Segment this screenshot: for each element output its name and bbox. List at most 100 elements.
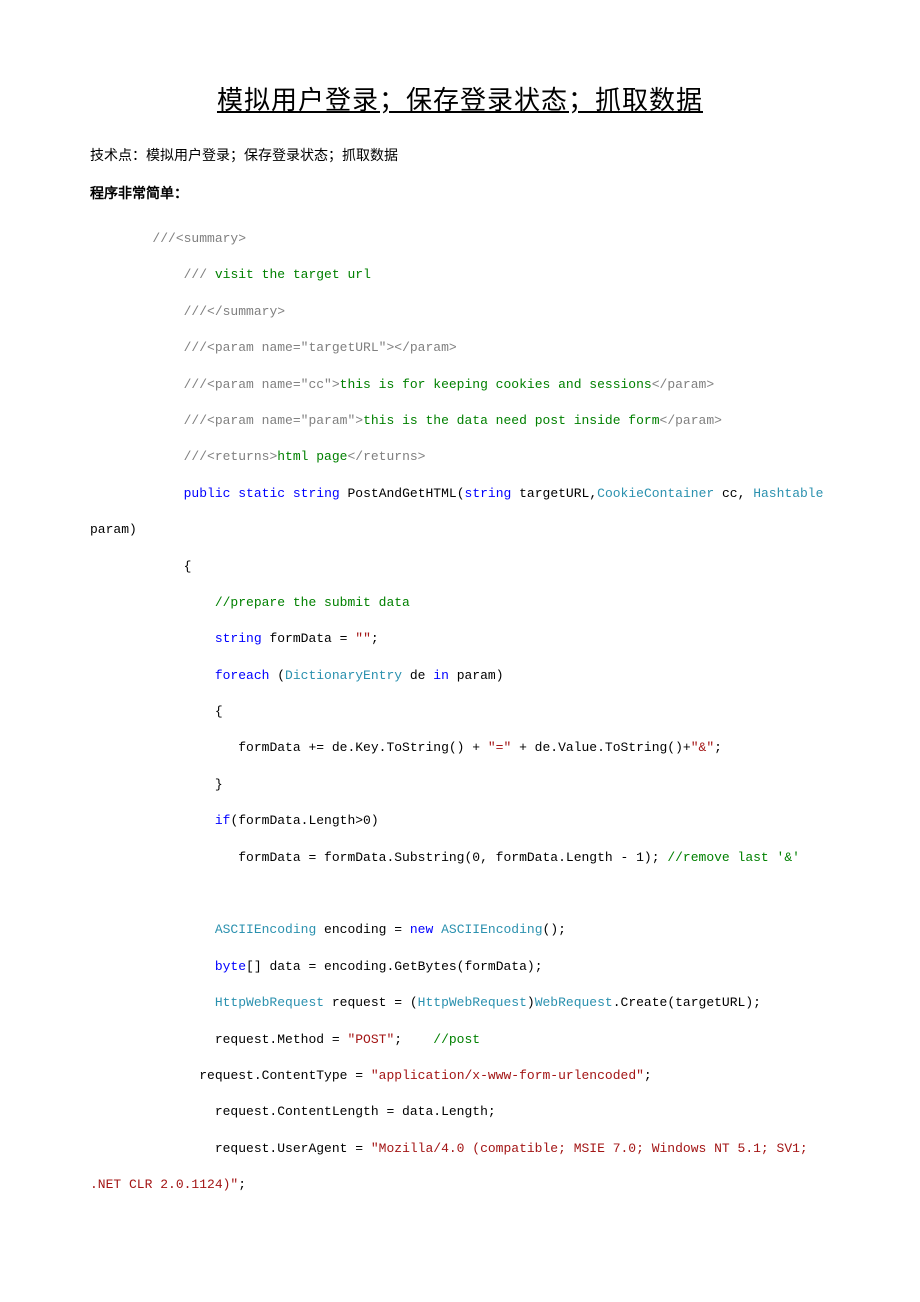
comment-tag: /// (184, 413, 207, 428)
comment-tag: /// (184, 449, 207, 464)
indent (90, 486, 184, 501)
code-text: ; (714, 740, 722, 755)
indent (90, 1104, 215, 1119)
keyword: public (184, 486, 231, 501)
code-text: request.ContentType = (199, 1068, 371, 1083)
indent (90, 777, 215, 792)
keyword: string (215, 631, 262, 646)
comment: //prepare the submit data (215, 595, 410, 610)
code-text: { (215, 704, 223, 719)
comment-tag: </summary> (207, 304, 285, 319)
type: DictionaryEntry (285, 668, 402, 683)
code-text: ; (394, 1032, 433, 1047)
indent (90, 631, 215, 646)
indent (90, 559, 184, 574)
code-text: encoding = (316, 922, 410, 937)
code-text: PostAndGetHTML( (340, 486, 465, 501)
keyword: foreach (215, 668, 270, 683)
comment-text: this is for keeping cookies and sessions (340, 377, 652, 392)
keyword: string (293, 486, 340, 501)
code-text: [] data = encoding.GetBytes(formData); (246, 959, 542, 974)
indent (90, 1068, 184, 1083)
comment-tag: <param name="targetURL"></param> (207, 340, 457, 355)
comment-tag: /// (184, 267, 215, 282)
code-text: + de.Value.ToString()+ (511, 740, 690, 755)
type: ASCIIEncoding (215, 922, 316, 937)
comment-tag: </param> (652, 377, 714, 392)
code-text: request.Method = (215, 1032, 348, 1047)
code-text: request.ContentLength = data.Length; (215, 1104, 496, 1119)
comment-tag: /// (184, 377, 207, 392)
indent (90, 413, 184, 428)
code-text: targetURL, (511, 486, 597, 501)
comment-tag: /// (152, 231, 175, 246)
string: "&" (691, 740, 714, 755)
code-text: ) (527, 995, 535, 1010)
comment-tag: /// (184, 304, 207, 319)
code-text: .Create(targetURL); (613, 995, 761, 1010)
string: "=" (488, 740, 511, 755)
code-text: ( (269, 668, 285, 683)
indent (90, 377, 184, 392)
string: "application/x-www-form-urlencoded" (371, 1068, 644, 1083)
keyword: new (410, 922, 433, 937)
keyword: string (465, 486, 512, 501)
code-text: cc, (714, 486, 753, 501)
code-text: ; (371, 631, 379, 646)
type: ASCIIEncoding (441, 922, 542, 937)
code-text: (formData.Length>0) (230, 813, 378, 828)
comment-text: this is the data need post inside form (363, 413, 659, 428)
comment-tag: <returns> (207, 449, 277, 464)
keyword: in (433, 668, 449, 683)
code-text: ; (238, 1177, 246, 1192)
indent (90, 740, 215, 755)
indent (90, 922, 215, 937)
type: HttpWebRequest (215, 995, 324, 1010)
code-text: request.UserAgent = (215, 1141, 371, 1156)
document-title: 模拟用户登录；保存登录状态；抓取数据 (90, 80, 830, 117)
comment-tag: /// (184, 340, 207, 355)
type: CookieContainer (597, 486, 714, 501)
code-text: { (184, 559, 192, 574)
comment-tag: </returns> (347, 449, 425, 464)
indent (90, 850, 215, 865)
comment-text: html page (277, 449, 347, 464)
indent (90, 267, 184, 282)
comment-tag: <param name="cc"> (207, 377, 340, 392)
comment: //post (433, 1032, 480, 1047)
code-text: formData = (262, 631, 356, 646)
indent (90, 1032, 215, 1047)
code-text: formData += de.Key.ToString() + (238, 740, 488, 755)
code-text (433, 922, 441, 937)
type: HttpWebRequest (418, 995, 527, 1010)
type: WebRequest (535, 995, 613, 1010)
indent (90, 995, 215, 1010)
code-text: de (402, 668, 433, 683)
code-text: (); (543, 922, 566, 937)
code-text: formData = formData.Substring(0, formDat… (238, 850, 667, 865)
keyword: byte (215, 959, 246, 974)
indent (90, 340, 184, 355)
indent (90, 1141, 215, 1156)
indent (90, 959, 215, 974)
indent (90, 304, 184, 319)
type: Hashtable (753, 486, 823, 501)
indent (90, 449, 184, 464)
comment: //remove last '&' (667, 850, 800, 865)
code-text: request = ( (324, 995, 418, 1010)
comment-text: visit the target url (215, 267, 371, 282)
code-text: } (215, 777, 223, 792)
note-text: 程序非常简单： (90, 183, 830, 203)
comment-tag: </param> (660, 413, 722, 428)
comment-tag: <param name="param"> (207, 413, 363, 428)
keyword: if (215, 813, 231, 828)
indent (90, 231, 152, 246)
intro-text: 技术点：模拟用户登录；保存登录状态；抓取数据 (90, 145, 830, 165)
comment-tag: <summary> (176, 231, 246, 246)
indent (90, 668, 215, 683)
keyword: static (238, 486, 285, 501)
code-text: param) (449, 668, 504, 683)
code-block: ///<summary> /// visit the target url //… (90, 221, 830, 1204)
indent (90, 813, 215, 828)
indent (90, 704, 215, 719)
